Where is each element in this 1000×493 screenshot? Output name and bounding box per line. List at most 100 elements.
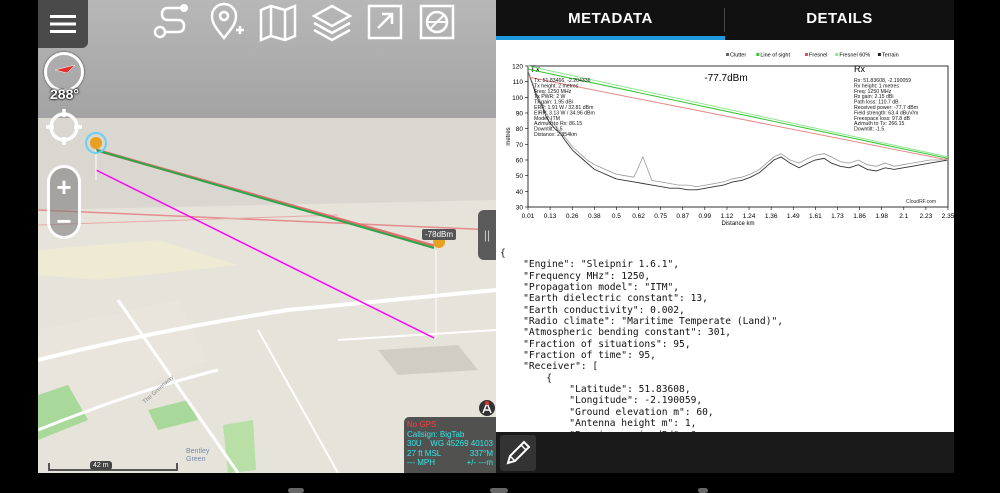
bottom-toolbar: [496, 432, 954, 473]
y-tick-label: 70: [516, 142, 524, 149]
x-tick-label: 0.75: [654, 213, 667, 220]
x-tick-label: 2.23: [920, 213, 933, 220]
rx-info-line: Downtilt: -1.5: [854, 127, 884, 133]
zoom-control: + −: [47, 165, 81, 239]
rx-signal-label: -78dBm: [422, 229, 457, 240]
map-field: [38, 240, 238, 280]
pencil-icon: [506, 440, 531, 465]
x-tick-label: 1.98: [875, 213, 888, 220]
tab-metadata[interactable]: METADATA: [496, 0, 725, 40]
map-main-road: [38, 209, 496, 231]
map-park-3: [223, 420, 256, 473]
bearing: 337°M: [469, 448, 493, 458]
grid-zone: 30U: [407, 439, 422, 449]
x-tick-label: 1.24: [743, 213, 756, 220]
gps-info-panel: No GPS Callsign: BigTab 30U WG 45269 4010…: [404, 417, 496, 473]
y-tick-label: 50: [516, 173, 524, 180]
x-tick-label: 0.38: [588, 213, 601, 220]
edit-button[interactable]: [500, 435, 536, 471]
x-tick-label: 0.5: [612, 213, 621, 220]
chart-canvas: 120 110 100 90 80 70 60 50 40 300.01 0.13 0.26 0.38 0…: [506, 53, 954, 226]
legend-item: Clutter: [730, 53, 746, 59]
scale-bar: [48, 463, 178, 471]
map-far-terrain: [38, 118, 496, 210]
tx-label: Tx: [530, 64, 540, 74]
x-tick-label: 0.13: [544, 213, 557, 220]
legend-item: Fresnel: [809, 53, 827, 59]
x-tick-label: 1.61: [809, 213, 822, 220]
hamburger-menu-button[interactable]: [38, 0, 88, 48]
chart-watermark: CloudRF.com: [906, 199, 936, 205]
x-tick-label: 0.26: [566, 213, 579, 220]
rx-label: Rx: [854, 64, 865, 74]
tab-bar: METADATA DETAILS: [496, 0, 954, 40]
x-tick-label: 0.99: [699, 213, 712, 220]
altitude: 27 ft MSL: [407, 448, 442, 458]
tower-icon[interactable]: [478, 399, 496, 417]
metadata-json: { "Engine": "Sleipnir 1.6.1", "Frequency…: [500, 248, 784, 432]
y-tick-label: 110: [513, 79, 524, 86]
panel-drag-handle[interactable]: ||: [478, 210, 496, 260]
y-tick-label: 30: [516, 205, 524, 212]
legend-swatch: [805, 53, 808, 56]
map-road-5: [337, 329, 496, 341]
nav-back-button[interactable]: [698, 488, 708, 493]
legend-swatch: [877, 53, 881, 56]
x-tick-label: 0.87: [676, 213, 689, 220]
y-axis-label: metres: [506, 127, 512, 145]
map-icon[interactable]: [256, 2, 300, 42]
y-tick-label: 90: [516, 111, 524, 118]
layers-icon[interactable]: [310, 2, 354, 42]
x-tick-label: 1.86: [853, 213, 866, 220]
accuracy: +/- ---m: [466, 458, 493, 468]
nav-home-button[interactable]: [490, 488, 508, 493]
zoom-out-button[interactable]: −: [50, 204, 78, 238]
x-axis-label: Distance km: [721, 221, 754, 225]
y-tick-label: 80: [516, 126, 524, 133]
x-tick-label: 1.36: [765, 213, 778, 220]
callsign: Callsign: BigTab: [407, 429, 465, 439]
speed: --- MPH: [407, 458, 435, 468]
app-root: 288° + − -78dBm The Greenway Bentley Gre…: [0, 0, 1000, 493]
y-tick-label: 120: [512, 64, 523, 71]
x-tick-label: 1.73: [831, 213, 844, 220]
y-tick-label: 100: [512, 95, 523, 102]
x-tick-label: 1.49: [787, 213, 800, 220]
details-panel: METADATA DETAILS 120 110 100 90 80 70 60 50 40 30…: [496, 0, 954, 473]
path-profile-chart: 120 110 100 90 80 70 60 50 40 30 0.01 0.13 0.26 0.38 0…: [496, 40, 954, 225]
x-tick-label: 0.62: [632, 213, 645, 220]
route-icon[interactable]: [150, 2, 194, 42]
zoom-in-button[interactable]: +: [50, 170, 78, 204]
compass-heading: 288°: [50, 86, 79, 102]
legend-item: Terrain: [882, 53, 899, 59]
x-tick-label: 1.12: [721, 213, 734, 220]
add-marker-icon[interactable]: [204, 2, 248, 42]
legend-swatch: [756, 53, 760, 56]
chart-title: -77.7dBm: [704, 73, 747, 84]
map-road-4: [257, 329, 339, 473]
gps-status: No GPS: [407, 420, 437, 429]
offline-icon[interactable]: [416, 2, 460, 42]
legend-item: Line of sight: [760, 53, 790, 59]
scale-label: 42 m: [90, 461, 112, 470]
tx-info-line: Distance: 2.354km: [534, 132, 577, 138]
legend-swatch: [835, 53, 839, 56]
place-label: Bentley Green: [186, 448, 210, 463]
tab-details[interactable]: DETAILS: [725, 0, 954, 40]
grid-coordinates: WG 45269 40103: [430, 439, 493, 449]
x-tick-label: 0.01: [522, 213, 535, 220]
map-view[interactable]: 288° + − -78dBm The Greenway Bentley Gre…: [38, 0, 496, 473]
tx-marker: [90, 137, 102, 149]
y-tick-label: 60: [516, 158, 524, 165]
locate-button[interactable]: [44, 107, 84, 147]
menu-icon: [50, 15, 76, 33]
x-tick-label: 2.35: [942, 213, 954, 220]
nav-recents-button[interactable]: [288, 488, 304, 493]
x-tick-label: 2.1: [899, 213, 908, 220]
legend-item: Fresnel 60%: [839, 53, 870, 59]
map-building: [378, 345, 478, 375]
export-icon[interactable]: [364, 2, 408, 42]
crosshair-icon: [46, 109, 82, 145]
y-tick-label: 40: [516, 189, 524, 196]
compass-needle-icon: [54, 64, 76, 74]
